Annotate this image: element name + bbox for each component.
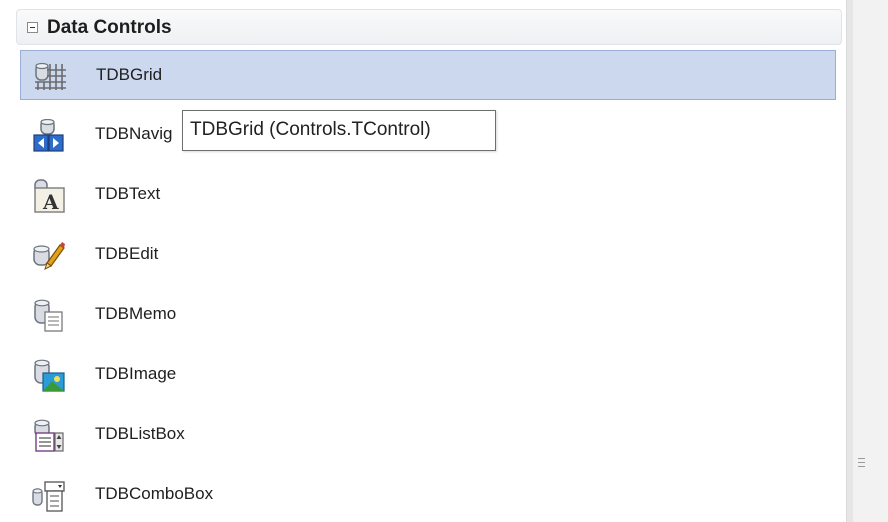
palette-item-tdbedit[interactable]: TDBEdit <box>20 230 836 280</box>
palette-item-tdbgrid[interactable]: TDBGrid <box>20 50 836 100</box>
palette-item-label: TDBComboBox <box>95 484 214 503</box>
panel-splitter[interactable] <box>846 0 888 522</box>
category-title: Data Controls <box>47 17 172 38</box>
palette-item-label: TDBMemo <box>95 304 177 323</box>
db-image-icon <box>34 359 65 392</box>
splitter-edge <box>847 0 853 522</box>
palette-item-label: TDBEdit <box>95 244 159 263</box>
db-text-icon: A <box>34 179 65 213</box>
palette-item-label: TDBText <box>95 184 161 203</box>
palette-item-label: TDBListBox <box>95 424 185 443</box>
db-navigator-icon <box>33 119 64 152</box>
palette-item-tdbmemo[interactable]: TDBMemo <box>20 290 836 340</box>
category-header-data-controls[interactable]: Data Controls <box>16 9 842 45</box>
palette-item-tdbcombobox[interactable]: TDBComboBox <box>20 470 836 520</box>
palette-item-label: TDBGrid <box>96 65 163 84</box>
db-grid-icon <box>35 62 66 90</box>
db-memo-icon <box>34 299 63 332</box>
palette-item-label: TDBNavig <box>95 124 173 143</box>
hover-tooltip: TDBGrid (Controls.TControl) <box>182 110 496 151</box>
svg-text:A: A <box>42 190 59 213</box>
db-combobox-icon <box>32 481 65 512</box>
grip-handle-icon[interactable] <box>858 458 866 470</box>
palette-item-label: TDBImage <box>95 364 177 383</box>
db-listbox-icon <box>34 419 64 452</box>
tooltip-text: TDBGrid (Controls.TControl) <box>190 119 431 140</box>
db-edit-icon <box>33 242 65 270</box>
palette-item-tdbtext[interactable]: A TDBText <box>20 170 836 220</box>
collapse-icon[interactable] <box>27 22 38 33</box>
palette-item-tdblistbox[interactable]: TDBListBox <box>20 410 836 460</box>
tool-palette: Data Controls TDBGrid TDBNavig A TDBText… <box>0 0 846 522</box>
palette-item-tdbimage[interactable]: TDBImage <box>20 350 836 400</box>
